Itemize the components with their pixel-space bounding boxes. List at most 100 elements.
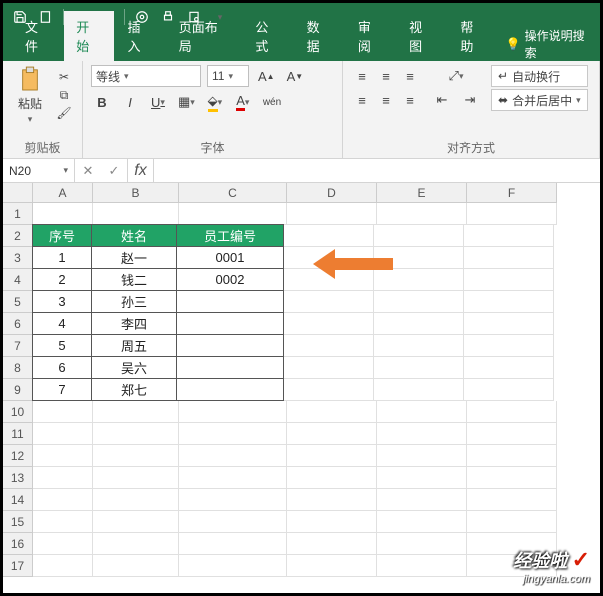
cell[interactable]: 5 xyxy=(32,334,92,357)
decrease-indent-icon[interactable]: ⇤ xyxy=(431,89,453,111)
cell[interactable] xyxy=(179,423,287,445)
cell[interactable] xyxy=(464,225,554,247)
row-header[interactable]: 15 xyxy=(3,511,33,533)
cell[interactable] xyxy=(284,357,374,379)
cell[interactable] xyxy=(464,335,554,357)
row-header[interactable]: 3 xyxy=(3,247,33,269)
format-painter-icon[interactable]: 🖌 xyxy=(55,105,73,121)
font-color-button[interactable]: A▾ xyxy=(232,91,254,113)
cell[interactable]: 0001 xyxy=(176,246,284,269)
name-box[interactable]: N20 ▾ xyxy=(3,159,75,182)
cell[interactable] xyxy=(93,423,179,445)
cell[interactable] xyxy=(176,312,284,335)
cell[interactable] xyxy=(33,555,93,577)
cell[interactable] xyxy=(284,291,374,313)
row-header[interactable]: 11 xyxy=(3,423,33,445)
cell[interactable] xyxy=(284,313,374,335)
cell[interactable] xyxy=(33,445,93,467)
fill-color-button[interactable]: ⬙▾ xyxy=(204,91,226,113)
formula-input[interactable] xyxy=(154,159,600,182)
column-header[interactable]: B xyxy=(93,183,179,203)
cell[interactable]: 1 xyxy=(32,246,92,269)
cell[interactable]: 7 xyxy=(32,378,92,401)
cell[interactable] xyxy=(467,401,557,423)
cell[interactable] xyxy=(374,313,464,335)
cancel-icon[interactable]: ✕ xyxy=(75,163,101,179)
cell[interactable] xyxy=(179,401,287,423)
underline-button[interactable]: U▾ xyxy=(147,91,169,113)
row-header[interactable]: 2 xyxy=(3,225,33,247)
cell[interactable] xyxy=(176,356,284,379)
cell[interactable] xyxy=(374,291,464,313)
cell[interactable]: 3 xyxy=(32,290,92,313)
tab-home[interactable]: 开始 xyxy=(64,11,113,61)
cell[interactable] xyxy=(467,467,557,489)
column-header[interactable]: A xyxy=(33,183,93,203)
row-header[interactable]: 10 xyxy=(3,401,33,423)
cell[interactable] xyxy=(33,511,93,533)
cell[interactable] xyxy=(93,467,179,489)
column-header[interactable]: F xyxy=(467,183,557,203)
cell[interactable] xyxy=(33,533,93,555)
tab-layout[interactable]: 页面布局 xyxy=(167,11,242,61)
cell[interactable] xyxy=(179,533,287,555)
cell[interactable] xyxy=(284,335,374,357)
cell[interactable]: 吴六 xyxy=(91,356,177,379)
phonetic-button[interactable]: wén xyxy=(260,91,284,113)
row-header[interactable]: 7 xyxy=(3,335,33,357)
decrease-font-icon[interactable]: A▼ xyxy=(284,65,307,87)
cell[interactable] xyxy=(377,203,467,225)
cell[interactable] xyxy=(33,401,93,423)
cell[interactable] xyxy=(33,423,93,445)
cell[interactable] xyxy=(287,423,377,445)
cell[interactable] xyxy=(93,533,179,555)
cell[interactable] xyxy=(176,378,284,401)
select-all-corner[interactable] xyxy=(3,183,33,203)
cell[interactable]: 李四 xyxy=(91,312,177,335)
cell[interactable] xyxy=(374,225,464,247)
bold-button[interactable]: B xyxy=(91,91,113,113)
paste-button[interactable]: 粘贴 ▾ xyxy=(11,65,49,125)
cell[interactable] xyxy=(93,203,179,225)
tab-formula[interactable]: 公式 xyxy=(243,11,292,61)
cell[interactable]: 周五 xyxy=(91,334,177,357)
cell[interactable] xyxy=(287,489,377,511)
cell[interactable]: 4 xyxy=(32,312,92,335)
border-button[interactable]: ▦▾ xyxy=(175,91,198,113)
cell[interactable]: 序号 xyxy=(32,224,92,247)
cell[interactable] xyxy=(179,203,287,225)
cell[interactable] xyxy=(287,511,377,533)
row-header[interactable]: 9 xyxy=(3,379,33,401)
cell[interactable] xyxy=(467,203,557,225)
font-size-select[interactable]: 11▾ xyxy=(207,65,249,87)
cut-icon[interactable]: ✂ xyxy=(55,69,73,85)
cell[interactable]: 姓名 xyxy=(91,224,177,247)
cell[interactable] xyxy=(374,335,464,357)
cell[interactable] xyxy=(33,203,93,225)
fx-icon[interactable]: fx xyxy=(128,159,154,182)
cell[interactable]: 赵一 xyxy=(91,246,177,269)
tab-insert[interactable]: 插入 xyxy=(116,11,165,61)
align-bottom-icon[interactable]: ≡ xyxy=(399,65,421,87)
row-header[interactable]: 4 xyxy=(3,269,33,291)
cell[interactable] xyxy=(179,489,287,511)
cell[interactable] xyxy=(284,379,374,401)
enter-icon[interactable]: ✓ xyxy=(101,163,127,179)
cell[interactable] xyxy=(377,533,467,555)
row-header[interactable]: 13 xyxy=(3,467,33,489)
cell[interactable] xyxy=(179,445,287,467)
column-header[interactable]: D xyxy=(287,183,377,203)
cell[interactable]: 孙三 xyxy=(91,290,177,313)
cell[interactable] xyxy=(33,489,93,511)
cell[interactable] xyxy=(464,247,554,269)
cell[interactable] xyxy=(287,533,377,555)
cell[interactable] xyxy=(374,357,464,379)
cell[interactable] xyxy=(377,423,467,445)
cell[interactable] xyxy=(287,467,377,489)
row-header[interactable]: 8 xyxy=(3,357,33,379)
align-middle-icon[interactable]: ≡ xyxy=(375,65,397,87)
cell[interactable] xyxy=(467,445,557,467)
cell[interactable] xyxy=(467,511,557,533)
cell[interactable] xyxy=(284,225,374,247)
cell[interactable] xyxy=(467,423,557,445)
